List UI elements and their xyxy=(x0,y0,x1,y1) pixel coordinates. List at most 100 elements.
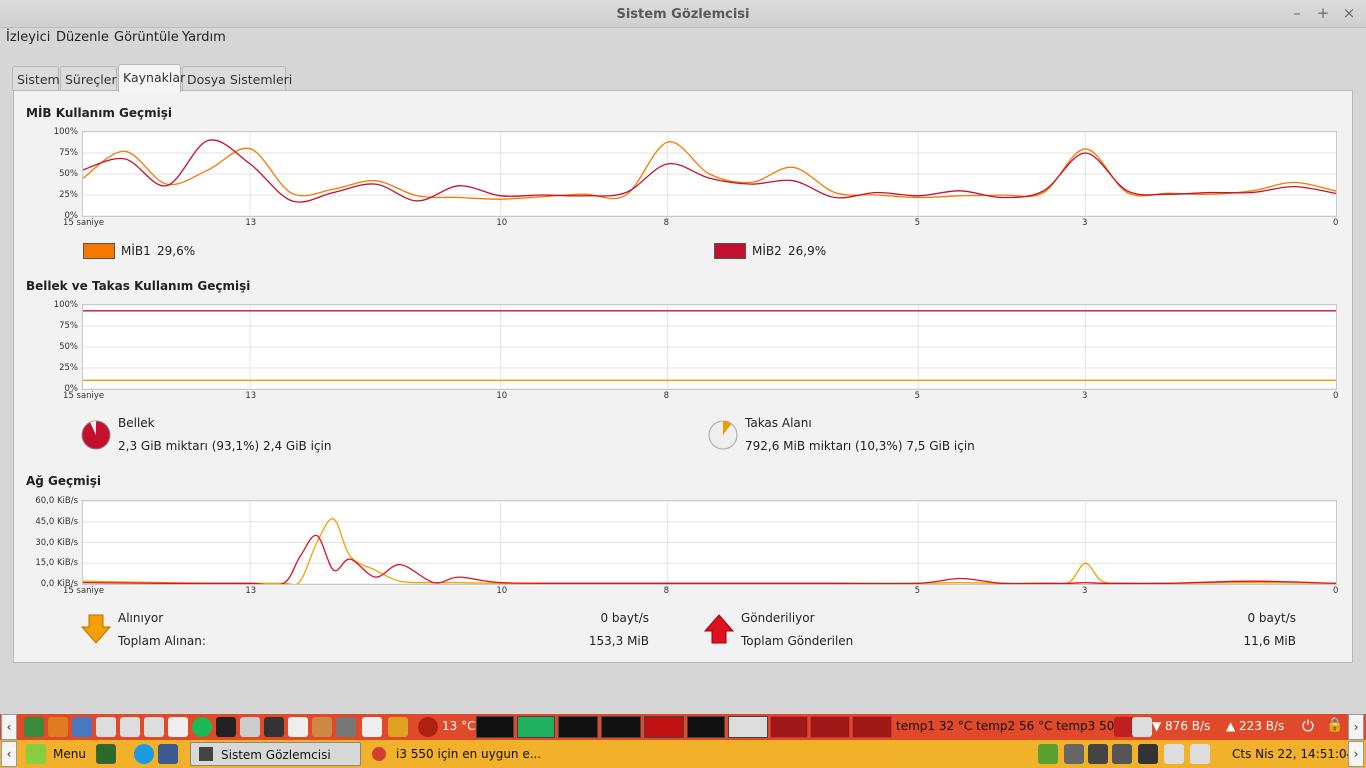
load-monitor-applet[interactable] xyxy=(644,716,684,738)
menu-view[interactable]: Görüntüle xyxy=(114,30,179,45)
download-rate-value: 876 B/s xyxy=(1165,719,1211,733)
disk-monitor-applet[interactable] xyxy=(687,716,725,738)
notes-icon[interactable] xyxy=(362,717,382,737)
cpu1-series-line xyxy=(82,141,1337,200)
drive2-icon[interactable] xyxy=(1190,744,1210,764)
screen-icon[interactable] xyxy=(240,717,260,737)
cpu-graph xyxy=(82,131,1337,217)
drive-icon[interactable] xyxy=(1164,744,1184,764)
wifi-icon[interactable] xyxy=(1132,717,1152,737)
applet-slot-2[interactable] xyxy=(810,716,850,738)
tab-resources[interactable]: Kaynaklar xyxy=(118,64,185,92)
cpu1-color-swatch[interactable] xyxy=(83,243,115,259)
mint-menu-icon[interactable] xyxy=(26,744,46,764)
tab-processes[interactable]: Süreçler xyxy=(60,66,117,91)
minimize-button[interactable]: – xyxy=(1290,4,1304,22)
video-player-icon[interactable] xyxy=(264,717,284,737)
tab-filesystems[interactable]: Dosya Sistemleri xyxy=(182,66,292,91)
lock-icon[interactable]: 🔒 xyxy=(1326,717,1343,733)
cpu1-label: MİB1 xyxy=(121,244,151,258)
display-icon[interactable] xyxy=(1088,744,1108,764)
memory-graph xyxy=(82,304,1337,390)
system-monitor-applet[interactable] xyxy=(728,716,768,738)
y-tick-label: 75% xyxy=(59,148,78,158)
menu-help[interactable]: Yardım xyxy=(182,30,226,45)
close-button[interactable]: × xyxy=(1342,4,1356,22)
network-signal-icon[interactable] xyxy=(1114,717,1134,737)
y-tick-label: 50% xyxy=(59,342,78,352)
x-tick-label: 10 xyxy=(496,391,508,401)
show-desktop-icon[interactable] xyxy=(96,744,116,764)
menu-edit[interactable]: Düzenle xyxy=(56,30,109,45)
editor-icon[interactable] xyxy=(288,717,308,737)
ram-label: Bellek xyxy=(118,416,155,430)
swap-monitor-applet[interactable] xyxy=(601,716,641,738)
bottom-scroll-left[interactable]: ‹ xyxy=(1,741,17,767)
browser-launcher-icon[interactable] xyxy=(72,717,92,737)
bottom-panel: ‹ Menu Sistem Gözlemcisi i3 550 için en … xyxy=(0,740,1366,768)
cpu2-label: MİB2 xyxy=(752,244,782,258)
signal-icon[interactable] xyxy=(1064,744,1084,764)
disk-launcher-icon[interactable] xyxy=(96,717,116,737)
software-icon[interactable] xyxy=(388,717,408,737)
y-tick-label: 30,0 KiB/s xyxy=(35,537,78,548)
receive-series-line xyxy=(82,518,1337,586)
panel-scroll-left[interactable]: ‹ xyxy=(1,714,17,740)
power-icon[interactable]: ⏻ xyxy=(1302,717,1314,735)
terminal2-icon[interactable] xyxy=(158,744,178,764)
firefox-launcher-icon[interactable] xyxy=(48,717,68,737)
calculator-icon[interactable] xyxy=(168,717,188,737)
x-tick-label: 8 xyxy=(663,391,670,401)
send-arrow-icon[interactable] xyxy=(704,613,734,645)
net-monitor-applet[interactable] xyxy=(558,716,598,738)
chrome-launcher-icon[interactable] xyxy=(24,717,44,737)
swap-detail: 792,6 MiB miktarı (10,3%) 7,5 GiB için xyxy=(745,439,975,453)
send-total: 11,6 MiB xyxy=(1243,634,1296,648)
menu-button[interactable]: Menu xyxy=(53,747,86,761)
taskbar-window-system-monitor[interactable]: Sistem Gözlemcisi xyxy=(190,742,361,766)
weather-icon[interactable] xyxy=(418,717,438,737)
taskbar-window-chrome[interactable]: i3 550 için en uygun e... xyxy=(366,742,541,766)
usb-launcher-icon[interactable] xyxy=(120,717,140,737)
y-tick-label: 50% xyxy=(59,169,78,179)
receive-label: Alınıyor xyxy=(118,611,164,625)
system-monitor-icon xyxy=(199,747,213,761)
swap-pie-icon[interactable] xyxy=(707,419,739,451)
y-tick-label: 75% xyxy=(59,321,78,331)
x-tick-label: 0 xyxy=(1333,391,1339,401)
memory-chart xyxy=(82,304,1336,390)
network-title: Ağ Geçmişi xyxy=(26,474,102,488)
spotify-icon[interactable] xyxy=(192,717,212,737)
cpu2-color-swatch[interactable] xyxy=(714,243,746,259)
bottom-scroll-right[interactable]: › xyxy=(1348,741,1364,767)
usb2-launcher-icon[interactable] xyxy=(144,717,164,737)
panel-scroll-right[interactable]: › xyxy=(1348,714,1364,740)
y-tick-label: 60,0 KiB/s xyxy=(35,496,78,506)
skype-icon[interactable] xyxy=(134,744,154,764)
image-viewer-icon[interactable] xyxy=(312,717,332,737)
receive-arrow-icon[interactable] xyxy=(81,613,111,645)
x-tick-label: 3 xyxy=(1082,391,1088,401)
tab-system[interactable]: Sistem xyxy=(12,66,60,91)
y-tick-label: 100% xyxy=(53,127,78,137)
maximize-button[interactable]: + xyxy=(1316,4,1330,22)
gimp-icon[interactable] xyxy=(336,717,356,737)
applet-slot-1[interactable] xyxy=(770,716,808,738)
volume-icon[interactable] xyxy=(1112,744,1132,764)
menu-bar: İzleyici Düzenle Görüntüle Yardım xyxy=(0,28,1366,50)
memory-monitor-applet[interactable] xyxy=(517,716,555,738)
shield-icon[interactable] xyxy=(1038,744,1058,764)
taskbar-window2-label: i3 550 için en uygun e... xyxy=(396,747,542,761)
x-tick-label: 3 xyxy=(1082,586,1088,596)
cpu-monitor-applet[interactable] xyxy=(476,716,514,738)
terminal-icon[interactable] xyxy=(216,717,236,737)
y-tick-label: 100% xyxy=(53,300,78,310)
menu-monitor[interactable]: İzleyici xyxy=(6,30,50,45)
x-tick-label: 3 xyxy=(1082,218,1088,228)
x-tick-label: 15 saniye xyxy=(63,586,105,596)
battery-icon[interactable] xyxy=(1138,744,1158,764)
network-chart xyxy=(82,500,1337,586)
ram-pie-icon[interactable] xyxy=(80,419,112,451)
applet-slot-3[interactable] xyxy=(852,716,892,738)
x-tick-label: 10 xyxy=(496,586,508,596)
